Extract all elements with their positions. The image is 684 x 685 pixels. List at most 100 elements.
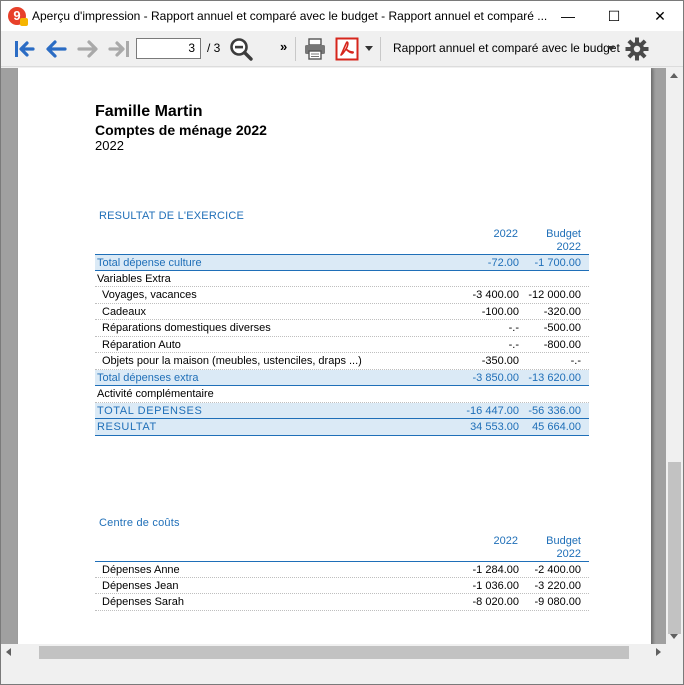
scroll-right-icon[interactable] [656,648,661,656]
table-row: Objets pour la maison (meubles, ustencil… [95,353,589,370]
first-page-icon[interactable] [13,37,37,61]
row-value-budget: -56 336.00 [528,404,581,417]
row-value-budget: -9 080.00 [534,596,581,608]
table-row: Réparation Auto -.- -800.00 [95,337,589,353]
row-value-budget: -.- [570,355,581,367]
column-header-2022: 2022 [493,535,518,547]
scrollbar-corner [666,644,683,661]
table-row: Voyages, vacances -3 400.00 -12 000.00 [95,287,589,304]
print-icon[interactable] [303,37,327,61]
row-value-2022: -.- [508,322,519,334]
vertical-scroll-thumb[interactable] [668,462,681,634]
column-header-budget: Budget 2022 [533,228,581,254]
row-value-budget: -320.00 [543,305,581,318]
close-button[interactable]: ✕ [637,1,683,31]
row-label: Total dépenses extra [97,371,199,384]
row-value-2022: -3 400.00 [472,289,519,301]
pdf-icon[interactable] [335,37,359,61]
row-value-budget: 45 664.00 [532,421,581,433]
vertical-scrollbar[interactable] [666,68,683,644]
row-value-2022: -100.00 [481,305,519,318]
row-label: Dépenses Jean [102,579,179,592]
preview-viewport[interactable]: Famille Martin Comptes de ménage 2022 20… [1,68,666,644]
row-value-budget: -3 220.00 [534,579,581,592]
print-preview-window: 9 Aperçu d'impression - Rapport annuel e… [0,0,684,685]
row-label: Cadeaux [102,305,147,318]
row-value-2022: -3 850.00 [472,371,519,384]
row-label: Activité complémentaire [97,388,214,400]
report-subtitle: Comptes de ménage 2022 [95,122,267,138]
row-value-2022: -16 447.00 [466,404,519,417]
next-page-icon[interactable] [76,37,100,61]
window-title: Aperçu d'impression - Rapport annuel et … [32,9,548,23]
row-value-budget: -12 000.00 [528,289,581,301]
report-dropdown-icon[interactable] [607,46,615,51]
table-row: Dépenses Sarah -8 020.00 -9 080.00 [95,594,589,611]
table-row: Réparations domestiques diverses -.- -500.… [95,320,589,337]
page-number-input[interactable]: 3 [136,38,201,59]
section-cost-centers-title: Centre de coûts [99,517,180,529]
table-total-row: RESULTAT 34 553.00 45 664.00 [95,419,589,436]
report-page: Famille Martin Comptes de ménage 2022 20… [18,68,651,644]
column-header-budget-line2: 2022 [556,548,581,560]
table-group-row: Variables Extra [95,271,589,287]
report-selector[interactable]: Rapport annuel et comparé avec le budget [393,41,620,55]
column-header-budget-line1: Budget [546,228,581,240]
table-total-row: Total dépense culture -72.00 -1 700.00 [95,254,589,271]
last-page-icon[interactable] [107,37,131,61]
scroll-down-icon[interactable] [670,634,678,639]
row-value-2022: -1 036.00 [472,579,519,592]
section-result-title: RESULTAT DE L'EXERCICE [99,210,245,222]
app-logo-icon: 9 [8,7,28,26]
minimize-button[interactable]: — [545,1,591,31]
column-header-budget-line1: Budget [546,535,581,547]
horizontal-scrollbar[interactable] [1,644,666,661]
page-total-label: / 3 [207,41,221,55]
title-bar: 9 Aperçu d'impression - Rapport annuel e… [1,1,683,31]
table-row: Dépenses Anne -1 284.00 -2 400.00 [95,561,589,578]
column-header-budget: Budget 2022 [533,535,581,561]
row-label: Variables Extra [97,272,171,285]
row-value-2022: 34 553.00 [470,421,519,433]
pdf-dropdown-icon[interactable] [365,46,373,51]
row-label: Total dépense culture [97,257,202,269]
scroll-up-icon[interactable] [670,73,678,78]
table-total-row: TOTAL DEPENSES -16 447.00 -56 336.00 [95,402,589,419]
row-label: RESULTAT [97,421,157,433]
report-family-title: Famille Martin [95,103,203,120]
row-value-2022: -.- [508,338,519,351]
row-value-budget: -2 400.00 [534,564,581,576]
row-value-2022: -1 284.00 [472,564,519,576]
row-value-2022: -72.00 [487,257,519,269]
column-header-budget-line2: 2022 [556,241,581,253]
horizontal-scroll-thumb[interactable] [39,646,629,659]
row-label: TOTAL DEPENSES [97,404,203,417]
row-label: Réparations domestiques diverses [102,322,271,334]
settings-icon[interactable] [625,37,649,61]
zoom-icon[interactable] [229,37,253,61]
row-label: Voyages, vacances [102,289,197,301]
row-label: Objets pour la maison (meubles, ustencil… [102,355,362,367]
row-value-2022: -350.00 [481,355,519,367]
report-year: 2022 [95,138,124,153]
row-value-budget: -13 620.00 [528,371,581,384]
row-label: Dépenses Anne [102,564,180,576]
previous-page-icon[interactable] [44,37,68,61]
row-label: Dépenses Sarah [102,596,184,608]
toolbar-separator [295,37,296,61]
result-table: Total dépense culture -72.00 -1 700.00 Vari… [95,254,589,436]
row-label: Réparation Auto [102,338,181,351]
cost-center-table: Dépenses Anne -1 284.00 -2 400.00 Dépenses … [95,561,589,611]
row-value-2022: -8 020.00 [472,596,519,608]
maximize-button[interactable]: ☐ [591,1,637,31]
row-value-budget: -800.00 [543,338,581,351]
column-header-2022: 2022 [493,228,518,240]
row-value-budget: -500.00 [543,322,581,334]
scroll-left-icon[interactable] [6,648,11,656]
table-row: Dépenses Jean -1 036.00 -3 220.00 [95,578,589,594]
table-group-row: Activité complémentaire [95,386,589,403]
toolbar-overflow-button[interactable]: » [280,39,287,54]
toolbar-separator [380,37,381,61]
table-total-row: Total dépenses extra -3 850.00 -13 620.00 [95,369,589,386]
table-row: Cadeaux -100.00 -320.00 [95,304,589,320]
